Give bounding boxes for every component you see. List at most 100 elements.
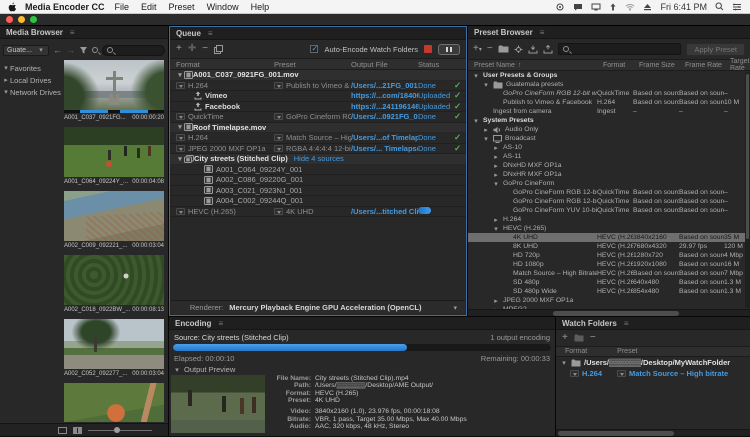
output-file-link[interactable]: /Users/... Timelapse_1.mxf xyxy=(351,144,418,153)
eject-icon[interactable] xyxy=(643,3,652,11)
delete-preset-button[interactable]: − xyxy=(487,44,493,54)
display-icon[interactable] xyxy=(591,3,601,11)
format-dropdown[interactable] xyxy=(176,145,185,152)
update-arrow-icon[interactable] xyxy=(609,3,617,11)
preset-name[interactable]: Match Source – High bitr... xyxy=(286,133,351,142)
chevron-down-icon[interactable]: ▾ xyxy=(453,304,457,312)
preset-dropdown[interactable] xyxy=(617,370,626,377)
preset-row-match-source-high-bitrate[interactable]: Match Source – High BitrateHEVC (H.265)B… xyxy=(468,269,750,278)
watch-folder-output-row[interactable]: H.264 Match Source – High bitrate xyxy=(556,368,750,379)
panel-menu-icon[interactable]: ≡ xyxy=(218,319,223,328)
app-menu-title[interactable]: Media Encoder CC xyxy=(25,2,105,12)
filter-icon[interactable] xyxy=(79,46,88,54)
chevron-down-icon[interactable]: ▾ xyxy=(560,359,568,367)
queue-group-row[interactable]: ▾City streets (Stitched Clip)Hide 4 sour… xyxy=(170,154,466,165)
folder-icon[interactable] xyxy=(574,334,584,342)
media-browser-tab[interactable]: Media Browser ≡ xyxy=(0,26,168,39)
preset-row-system-presets[interactable]: ▾System Presets xyxy=(468,116,750,125)
queue-upload-row[interactable]: Facebookhttps://...24119614602283Uploade… xyxy=(170,102,466,113)
thumbnail-size-slider[interactable] xyxy=(88,430,152,431)
sort-ascending-icon[interactable]: ↑ xyxy=(518,62,522,69)
format-name[interactable]: JPEG 2000 MXF OP1a xyxy=(188,144,266,153)
media-search-input[interactable] xyxy=(102,45,165,56)
preset-row-as-10[interactable]: ▸AS-10 xyxy=(468,143,750,152)
wifi-icon[interactable] xyxy=(625,3,635,11)
preset-row-gopro-cineform-rgb-12-bit-with-alpha[interactable]: GoPro CineForm RGB 12-bit with alpha...Q… xyxy=(468,197,750,206)
format-name[interactable]: HEVC (H.265) xyxy=(188,207,236,216)
back-button[interactable]: ← xyxy=(53,45,62,55)
chevron-down-icon[interactable]: ▾ xyxy=(176,155,184,163)
tree-item-local-drives[interactable]: ▸Local Drives xyxy=(2,74,64,86)
format-dropdown[interactable] xyxy=(176,208,185,215)
format-dropdown[interactable] xyxy=(176,134,185,141)
chevron-down-icon[interactable]: ▾ xyxy=(482,81,490,89)
output-file-link[interactable]: /Users/...0921FG_001.mov xyxy=(351,112,418,121)
watch-folder-row[interactable]: ▾ /Users/▒▒▒▒▒▒/Desktop/MyWatchFolder xyxy=(556,357,750,368)
menubar-clock[interactable]: Fri 6:41 PM xyxy=(660,2,707,12)
pause-queue-button[interactable] xyxy=(438,44,460,55)
preset-row-user-presets-groups[interactable]: ▾User Presets & Groups xyxy=(468,71,750,80)
stop-queue-button[interactable] xyxy=(424,45,432,53)
format-dropdown[interactable] xyxy=(570,370,579,377)
hide-sources-link[interactable]: Hide 4 sources xyxy=(294,154,344,163)
queue-source-row[interactable]: A003_C021_0923NJ_001 xyxy=(170,186,466,197)
apple-icon[interactable] xyxy=(8,2,17,12)
chevron-right-icon[interactable]: ▸ xyxy=(492,171,500,179)
menu-edit[interactable]: Edit xyxy=(141,2,157,12)
chevron-right-icon[interactable]: ▸ xyxy=(492,297,500,305)
panel-menu-icon[interactable]: ≡ xyxy=(70,28,75,37)
preset-dropdown[interactable] xyxy=(274,134,283,141)
output-file-link[interactable]: /Users/...titched Clip).mp4 xyxy=(351,207,418,216)
upload-url[interactable]: https://...com/184066142 xyxy=(351,91,418,100)
menu-preset[interactable]: Preset xyxy=(169,2,195,12)
chevron-right-icon[interactable]: ▸ xyxy=(492,153,500,161)
preset-row-jpeg-2000-mxf-op1a[interactable]: ▸JPEG 2000 MXF OP1a xyxy=(468,296,750,305)
chevron-down-icon[interactable]: ▾ xyxy=(482,135,490,143)
thumbnail-view-icon[interactable] xyxy=(73,427,82,434)
chat-icon[interactable] xyxy=(573,3,583,11)
auto-encode-checkbox[interactable] xyxy=(310,45,318,53)
chevron-right-icon[interactable]: ▸ xyxy=(2,76,10,84)
preset-row-sd-480p-wide[interactable]: SD 480p WideHEVC (H.265)854x480Based on … xyxy=(468,287,750,296)
format-name[interactable]: H.264 xyxy=(188,81,208,90)
preset-row-4k-uhd[interactable]: 4K UHDHEVC (H.265)3840x2160Based on sour… xyxy=(468,233,750,242)
list-view-icon[interactable] xyxy=(58,427,67,434)
preset-row-ingest-from-camera[interactable]: Ingest from cameraIngest––– xyxy=(468,107,750,116)
queue-upload-row[interactable]: Vimeohttps://...com/184066142Uploaded✓ xyxy=(170,91,466,102)
format-dropdown[interactable] xyxy=(176,82,185,89)
minimize-window-button[interactable] xyxy=(18,16,25,23)
spotlight-search-icon[interactable] xyxy=(715,2,724,11)
duplicate-button[interactable] xyxy=(214,45,223,54)
preset-row-hd-1080p[interactable]: HD 1080pHEVC (H.265)1920x1080Based on so… xyxy=(468,260,750,269)
renderer-dropdown[interactable]: Mercury Playback Engine GPU Acceleration… xyxy=(229,303,421,312)
preset-browser-tab[interactable]: Preset Browser ≡ xyxy=(468,26,750,39)
chevron-right-icon[interactable]: ▸ xyxy=(482,126,490,134)
preset-row-guatemala-presets[interactable]: ▾Guatemala presets xyxy=(468,80,750,89)
preset-settings-button[interactable] xyxy=(514,45,523,54)
remove-button[interactable]: − xyxy=(202,44,208,54)
output-file-link[interactable]: /Users/...21FG_001_1.mp4 xyxy=(351,81,418,90)
vertical-scrollbar[interactable] xyxy=(745,72,750,308)
preset-row-gopro-cineform-rgb-12-bit-with-alpha-alias[interactable]: GoPro CineForm RGB 12-bit with alpha (Al… xyxy=(468,89,750,98)
chevron-down-icon[interactable]: ▾ xyxy=(176,123,184,131)
watch-preset[interactable]: Match Source – High bitrate xyxy=(629,369,728,378)
preset-row-8k-uhd[interactable]: 8K UHDHEVC (H.265)7680x432029.97 fps120 … xyxy=(468,242,750,251)
output-file-link[interactable]: /Users/...of Timelapse.mp4 xyxy=(351,133,418,142)
preset-name[interactable]: RGBA 4:4:4:4 12-bit (BC... xyxy=(286,144,351,153)
chevron-down-icon[interactable]: ▾ xyxy=(2,64,10,72)
preset-row-gopro-cineform-rgb-12-bit-with-alpha[interactable]: GoPro CineForm RGB 12-bit with alphaQuic… xyxy=(468,188,750,197)
import-preset-button[interactable] xyxy=(528,45,538,54)
preset-row-audio-only[interactable]: ▸Audio Only xyxy=(468,125,750,134)
media-clip[interactable]: A002_C009_092221_...00:00:03:04 xyxy=(64,191,164,250)
media-clip[interactable]: A001_C064_09224Y_...00:00:04:08 xyxy=(64,127,164,186)
status-app-icon[interactable] xyxy=(555,3,565,11)
remove-watch-folder-button[interactable]: − xyxy=(590,333,596,343)
notification-center-icon[interactable] xyxy=(732,3,742,11)
add-output-button[interactable]: ✚ xyxy=(188,44,196,54)
menu-file[interactable]: File xyxy=(115,2,130,12)
queue-output-row[interactable]: H.264Match Source – High bitr.../Users/.… xyxy=(170,133,466,144)
preset-row-gopro-cineform-yuv-10-bit[interactable]: GoPro CineForm YUV 10-bitQuickTimeBased … xyxy=(468,206,750,215)
preset-name[interactable]: Publish to Vimeo & Face... xyxy=(286,81,351,90)
upload-url[interactable]: https://...24119614602283 xyxy=(351,102,418,111)
preset-row-dnxhr-mxf-op1a[interactable]: ▸DNxHR MXF OP1a xyxy=(468,170,750,179)
